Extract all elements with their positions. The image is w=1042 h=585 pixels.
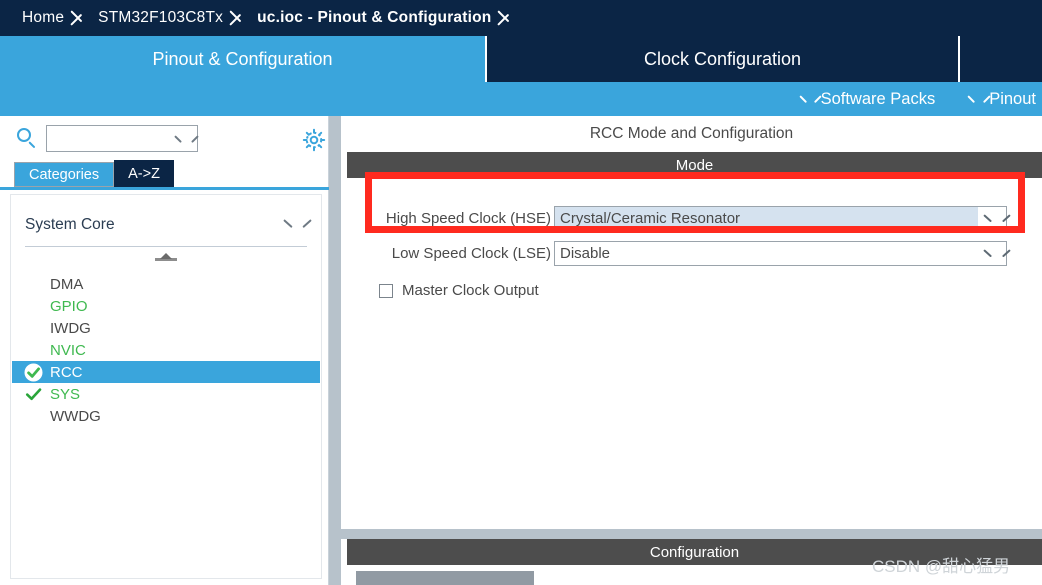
sidebar-scrollbar[interactable]: [329, 116, 341, 585]
mode-section-body: High Speed Clock (HSE) Crystal/Ceramic R…: [347, 178, 1042, 575]
list-item-label: GPIO: [50, 297, 88, 315]
collapse-handle-icon: [155, 253, 177, 267]
breadcrumb-item-mcu[interactable]: STM32F103C8Tx: [98, 9, 223, 27]
sub-toolbar: Software Packs Pinout: [0, 82, 1042, 116]
list-item-label: IWDG: [50, 319, 91, 337]
tab-clock-configuration[interactable]: Clock Configuration: [485, 36, 958, 82]
master-clock-output-label: Master Clock Output: [402, 282, 539, 299]
list-item-label: RCC: [50, 363, 83, 381]
search-combobox[interactable]: [46, 124, 198, 152]
pinout-label: Pinout: [989, 89, 1036, 108]
lse-select[interactable]: Disable: [554, 241, 1007, 266]
page-title: RCC Mode and Configuration: [589, 125, 794, 142]
master-clock-output-checkbox[interactable]: [379, 283, 393, 298]
system-core-items: DMA GPIO IWDG NVIC RCC SYS WWDG: [11, 273, 321, 427]
hse-value: Crystal/Ceramic Resonator: [560, 210, 741, 227]
master-clock-output-row[interactable]: Master Clock Output: [379, 282, 539, 299]
list-item-dma[interactable]: DMA: [12, 273, 320, 295]
list-item-nvic[interactable]: NVIC: [12, 339, 320, 361]
gear-icon[interactable]: [302, 128, 326, 152]
list-item-label: NVIC: [50, 341, 86, 359]
list-item-label: SYS: [50, 385, 81, 403]
app-window: Home STM32F103C8Tx uc.ioc - Pinout & Con…: [0, 0, 1042, 585]
list-item-wwdg[interactable]: WWDG: [12, 405, 320, 427]
sidebar-scrollbar-thumb[interactable]: [329, 116, 341, 585]
main-tabstrip: Pinout & Configuration Clock Configurati…: [0, 36, 1042, 82]
chevron-down-icon[interactable]: [285, 217, 301, 229]
field-row-hse: High Speed Clock (HSE) Crystal/Ceramic R…: [371, 206, 1007, 231]
list-collapse-handle[interactable]: [11, 251, 321, 269]
search-icon: [14, 125, 40, 151]
sidebar: Categories A->Z System Core DMA GPIO IWD…: [0, 116, 329, 585]
list-item-gpio[interactable]: GPIO: [12, 295, 320, 317]
search-row: [0, 121, 329, 155]
list-item-label: WWDG: [50, 407, 101, 425]
software-packs-label: Software Packs: [820, 89, 936, 108]
list-item-iwdg[interactable]: IWDG: [12, 317, 320, 339]
breadcrumb-chevron-icon: [491, 0, 525, 36]
chevron-down-icon: [801, 93, 813, 105]
check-circle-icon: [24, 363, 43, 382]
category-tabs: Categories A->Z: [14, 160, 174, 187]
chevron-down-icon[interactable]: [978, 207, 1006, 230]
group-title: System Core: [25, 215, 115, 233]
breadcrumb-item-home[interactable]: Home: [22, 9, 64, 27]
tab-third[interactable]: [958, 36, 1042, 82]
list-item-rcc[interactable]: RCC: [12, 361, 320, 383]
list-item-label: DMA: [50, 275, 84, 293]
main-panel: RCC Mode and Configuration Mode High Spe…: [341, 116, 1042, 585]
software-packs-menu[interactable]: Software Packs: [801, 90, 936, 109]
tab-a-to-z[interactable]: A->Z: [114, 160, 174, 187]
tabs-underline: [0, 187, 329, 190]
hse-label: High Speed Clock (HSE): [385, 210, 551, 227]
panel-divider: [341, 529, 1042, 539]
search-input[interactable]: [51, 126, 175, 150]
peripheral-list: System Core DMA GPIO IWDG NVIC RCC SYS W…: [10, 194, 322, 579]
tab-categories[interactable]: Categories: [14, 162, 115, 187]
breadcrumb-chevron-icon: [223, 0, 257, 36]
configuration-tab-placeholder[interactable]: [356, 571, 534, 585]
lse-value: Disable: [560, 245, 611, 262]
breadcrumb-item-current[interactable]: uc.ioc - Pinout & Configuration: [257, 9, 491, 27]
chevron-down-icon: [969, 93, 981, 105]
list-item-sys[interactable]: SYS: [12, 383, 320, 405]
breadcrumb: Home STM32F103C8Tx uc.ioc - Pinout & Con…: [0, 0, 1042, 36]
lse-label: Low Speed Clock (LSE): [391, 245, 551, 262]
tab-pinout-configuration[interactable]: Pinout & Configuration: [0, 36, 485, 82]
check-icon: [24, 385, 43, 404]
pinout-menu[interactable]: Pinout: [969, 90, 1036, 109]
chevron-down-icon[interactable]: [978, 242, 1006, 265]
chevron-down-icon[interactable]: [175, 135, 189, 145]
breadcrumb-chevron-icon: [64, 0, 98, 36]
group-header-system-core[interactable]: System Core: [25, 203, 307, 247]
watermark: CSDN @甜心猛男: [872, 557, 1011, 576]
field-row-lse: Low Speed Clock (LSE) Disable: [371, 241, 1007, 266]
mode-section-header: Mode: [347, 152, 1042, 178]
hse-select[interactable]: Crystal/Ceramic Resonator: [554, 206, 1007, 231]
